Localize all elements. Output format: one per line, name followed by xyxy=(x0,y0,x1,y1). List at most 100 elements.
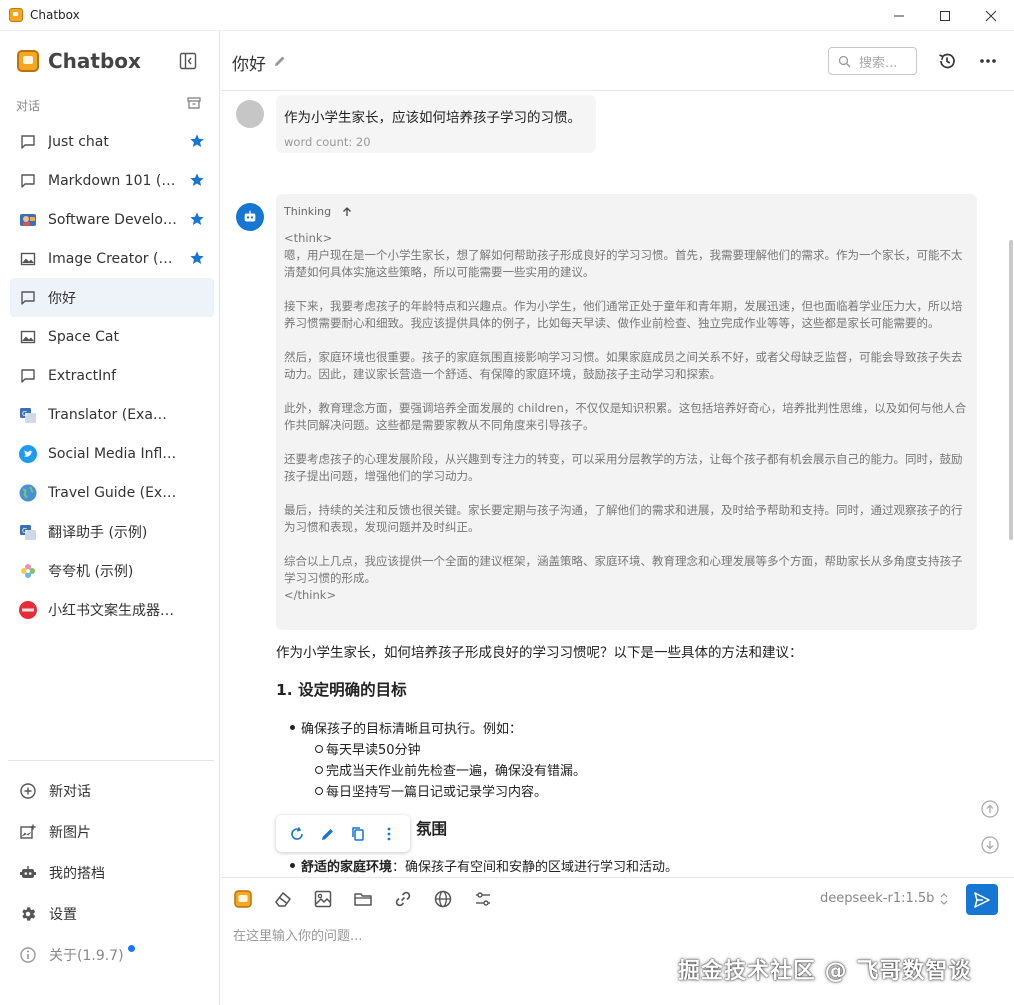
folder-icon xyxy=(354,893,372,906)
list-item: 每天早读50分钟 xyxy=(315,739,421,758)
robot-icon xyxy=(244,210,256,222)
scroll-to-top-button[interactable] xyxy=(980,799,1000,819)
developer-avatar-icon xyxy=(19,211,37,229)
model-name: deepseek-r1:1.5b xyxy=(820,891,935,906)
conversation-label: Translator (Example) xyxy=(48,406,178,423)
pencil-icon xyxy=(321,828,333,840)
about-button[interactable]: 关于(1.9.7) xyxy=(10,934,214,975)
star-icon[interactable] xyxy=(189,211,205,227)
conversation-label: Software Developer (Example) xyxy=(48,211,178,228)
user-message-text: 作为小学生家长，应该如何培养孩子学习的习惯。 xyxy=(284,110,581,126)
more-message-actions-button[interactable] xyxy=(380,825,398,843)
conversation-item-software-developer[interactable]: Software Developer (Example) xyxy=(10,200,214,239)
conversation-label: 小红书文案生成器 (示例) xyxy=(48,602,178,619)
history-button[interactable] xyxy=(937,51,957,71)
new-chat-button[interactable]: 新对话 xyxy=(10,770,214,811)
conversation-label: Space Cat xyxy=(48,328,119,345)
messages-scrollbar[interactable] xyxy=(1009,240,1013,540)
chat-bubble-icon xyxy=(19,172,37,190)
chatbox-mode-button[interactable] xyxy=(233,888,273,910)
xiaohongshu-avatar-icon xyxy=(19,600,37,619)
history-icon xyxy=(939,53,955,69)
add-image-icon xyxy=(20,824,36,839)
answer-heading: 氛围 xyxy=(416,820,448,838)
copy-message-button[interactable] xyxy=(349,825,367,843)
sidebar-collapse-icon xyxy=(179,52,197,70)
copy-icon xyxy=(352,826,364,841)
list-item: 完成当天作业前先检查一遍，确保没有错漏。 xyxy=(314,760,586,779)
search-icon xyxy=(838,55,851,67)
conversation-label: Markdown 101 (Example) xyxy=(48,172,178,189)
translator-avatar-icon: G xyxy=(19,406,37,424)
conversation-item-translator[interactable]: G Translator (Example) xyxy=(10,395,214,434)
about-label: 关于(1.9.7) xyxy=(49,947,124,964)
link-icon xyxy=(395,891,411,907)
chat-settings-button[interactable] xyxy=(473,888,513,910)
brand-name: Chatbox xyxy=(48,49,141,73)
title-bar: Chatbox xyxy=(0,0,1014,31)
list-item-text: ：确保孩子有空间和安静的区域进行学习和活动。 xyxy=(392,860,679,875)
conversation-item-nihao[interactable]: 你好 xyxy=(10,278,214,317)
attach-link-button[interactable] xyxy=(393,888,433,910)
info-icon xyxy=(20,946,36,963)
star-icon[interactable] xyxy=(189,250,205,266)
update-badge xyxy=(127,945,135,952)
page-title: 你好 xyxy=(232,55,266,75)
collapse-sidebar-button[interactable] xyxy=(178,51,198,71)
star-icon[interactable] xyxy=(189,133,205,149)
clear-context-button[interactable] xyxy=(273,888,313,910)
send-button[interactable] xyxy=(966,884,998,915)
robot-icon xyxy=(20,865,36,878)
search-button[interactable]: 搜索... xyxy=(828,47,917,75)
minimize-button[interactable] xyxy=(876,0,922,31)
conversation-label: Travel Guide (Example) xyxy=(48,484,178,501)
svg-text:G: G xyxy=(22,410,27,418)
sliders-icon xyxy=(476,892,490,906)
conversation-item-social-media[interactable]: Social Media Influencer (Example) xyxy=(10,434,214,473)
image-icon xyxy=(314,890,332,908)
thinking-toggle[interactable]: Thinking xyxy=(284,205,353,218)
sidebar: Chatbox 对话 Just chat Markdown 101 (Examp… xyxy=(0,31,220,1005)
answer-intro: 作为小学生家长，如何培养孩子形成良好的学习习惯呢？以下是一些具体的方法和建议： xyxy=(276,645,803,661)
scroll-to-bottom-button[interactable] xyxy=(980,835,1000,855)
clear-conversations-button[interactable] xyxy=(186,95,202,111)
chat-bubble-icon xyxy=(19,289,37,307)
svg-text:G: G xyxy=(22,527,27,535)
conversation-item-extractinf[interactable]: ExtractInf xyxy=(10,356,214,395)
sidebar-bottom-menu: 新对话 新图片 我的搭档 设置 关于(1.9.7) xyxy=(10,770,214,975)
flower-avatar-icon xyxy=(19,562,37,580)
edit-title-button[interactable] xyxy=(273,54,287,68)
conversation-item-kuakuaji[interactable]: 夸夸机 (示例) xyxy=(10,551,214,590)
minimize-icon xyxy=(894,15,904,16)
settings-button[interactable]: 设置 xyxy=(10,893,214,934)
close-button[interactable] xyxy=(968,0,1014,31)
conversation-item-markdown-101[interactable]: Markdown 101 (Example) xyxy=(10,161,214,200)
list-item: 确保孩子的目标清晰且可执行。例如： xyxy=(289,718,522,737)
arrow-up-icon xyxy=(343,206,352,216)
message-input[interactable] xyxy=(233,924,993,948)
model-selector[interactable]: deepseek-r1:1.5b xyxy=(820,891,949,906)
chatbox-app-icon xyxy=(9,8,23,22)
twitter-avatar-icon xyxy=(19,444,37,463)
conversation-item-image-creator[interactable]: Image Creator (Example) xyxy=(10,239,214,278)
star-icon[interactable] xyxy=(189,172,205,188)
attach-file-button[interactable] xyxy=(353,888,393,910)
new-image-button[interactable]: 新图片 xyxy=(10,811,214,852)
conversation-item-travel-guide[interactable]: Travel Guide (Example) xyxy=(10,473,214,512)
my-partners-button[interactable]: 我的搭档 xyxy=(10,852,214,893)
conversation-item-fanyi-zhushou[interactable]: G 翻译助手 (示例) xyxy=(10,512,214,551)
chatbox-logo-icon xyxy=(17,50,39,72)
attach-image-button[interactable] xyxy=(313,888,353,910)
conversation-item-xiaohongshu[interactable]: 小红书文案生成器 (示例) xyxy=(10,590,214,629)
conversation-item-just-chat[interactable]: Just chat xyxy=(10,122,214,161)
more-horizontal-icon xyxy=(980,59,996,63)
message-action-toolbar xyxy=(276,815,410,852)
more-options-button[interactable] xyxy=(978,51,998,71)
globe-avatar-icon xyxy=(19,484,37,502)
web-browsing-button[interactable] xyxy=(433,888,473,910)
regenerate-button[interactable] xyxy=(288,825,306,843)
refresh-icon xyxy=(291,826,304,840)
conversation-item-space-cat[interactable]: Space Cat xyxy=(10,317,214,356)
maximize-button[interactable] xyxy=(922,0,968,31)
edit-message-button[interactable] xyxy=(319,825,337,843)
